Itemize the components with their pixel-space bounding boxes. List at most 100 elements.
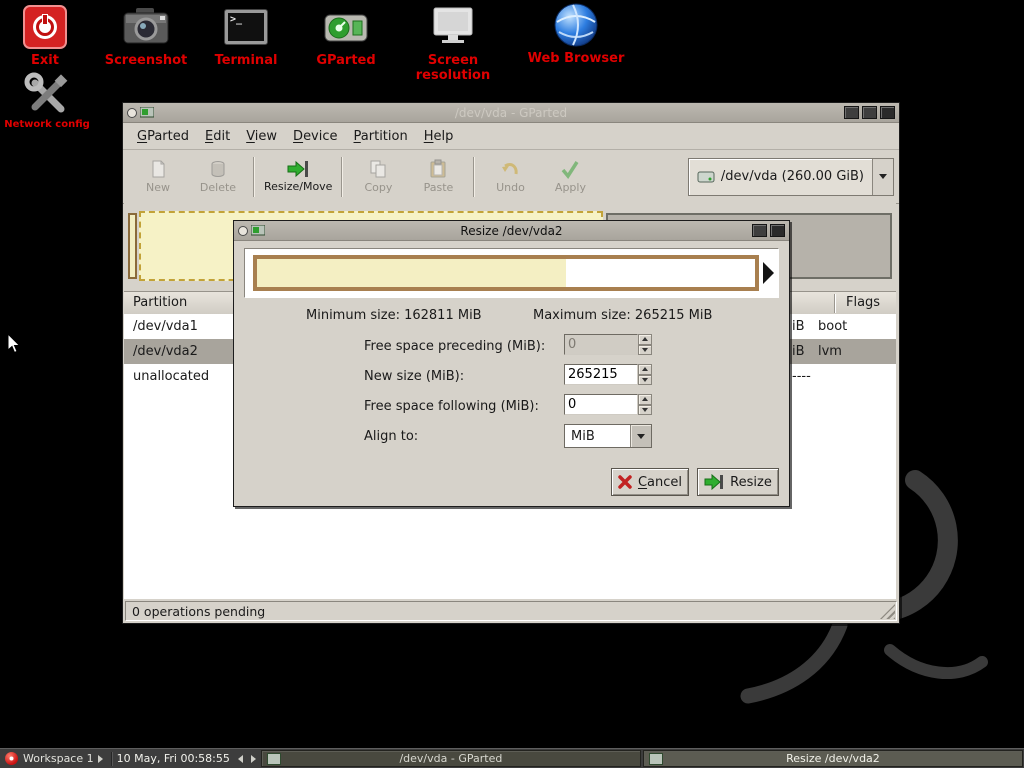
toolbar-label: Resize/Move [264,180,332,193]
desktop-icon-label: Network config [4,119,90,130]
resize-move-button[interactable]: Resize/Move [260,153,336,201]
close-button[interactable] [770,224,785,237]
disk-icon [697,170,715,184]
resize-grip[interactable] [880,604,895,619]
desktop-icon-label: Screen resolution [391,53,515,83]
delete-icon [208,159,228,179]
following-spinner[interactable] [638,394,652,415]
size-fragment: ---- [792,369,811,384]
task-button-gparted[interactable]: /dev/vda - GParted [261,750,641,767]
visual-partition-vda1[interactable] [128,213,137,279]
close-button[interactable] [880,106,895,119]
workspace-label[interactable]: Workspace 1 [23,752,94,765]
device-dropdown-button[interactable] [872,159,893,195]
window-icon [649,753,663,765]
menu-help[interactable]: Help [416,126,462,147]
free-space-preceding-input[interactable] [564,334,638,355]
spin-down-icon[interactable] [638,405,652,416]
status-text: 0 operations pending [132,604,265,619]
dropdown-arrow-button[interactable] [630,425,651,447]
maximum-size-label: Maximum size: 265215 MiB [533,308,712,323]
column-header-flags[interactable]: Flags [846,295,880,310]
taskbar-scroll-left-icon[interactable] [238,755,243,763]
status-bar: 0 operations pending [125,601,897,621]
chevron-down-icon [879,174,887,179]
desktop-icon-label: Web Browser [528,51,625,66]
desktop-icon-screenshot[interactable]: Screenshot [96,4,196,68]
spin-up-icon[interactable] [638,364,652,375]
task-button-resize-dialog[interactable]: Resize /dev/vda2 [643,750,1023,767]
window-menu-icon[interactable] [238,226,248,236]
dialog-titlebar[interactable]: Resize /dev/vda2 [234,221,789,241]
device-selector[interactable]: /dev/vda (260.00 GiB) [688,158,894,196]
partition-name: /dev/vda2 [124,344,198,359]
partition-name: /dev/vda1 [124,319,198,334]
free-space-following-input[interactable] [564,394,638,415]
chevron-down-icon [637,434,645,439]
terminal-icon: >_ [224,4,268,50]
menu-view[interactable]: View [238,126,285,147]
spin-up-icon[interactable] [638,334,652,345]
clock: 10 May, Fri 00:58:55 [117,752,230,765]
desktop-icon-gparted[interactable]: GParted [296,4,396,68]
apply-check-icon [560,159,580,179]
task-list: /dev/vda - GParted Resize /dev/vda2 [260,749,1024,768]
new-size-spinner[interactable] [638,364,652,385]
preceding-spinner[interactable] [638,334,652,355]
new-button[interactable]: New [128,153,188,201]
resize-handle-right-icon[interactable] [763,262,774,284]
menu-gparted[interactable]: GParted [129,126,197,147]
toolbar-separator [253,157,255,197]
desktop-icon-label: Exit [31,53,59,68]
menu-partition[interactable]: Partition [346,126,416,147]
new-document-icon [148,159,168,179]
toolbar-label: New [146,181,170,194]
new-size-input[interactable] [564,364,638,385]
paste-button[interactable]: Paste [408,153,468,201]
taskbar-menu-icon[interactable] [5,752,18,765]
resize-move-icon [287,160,309,178]
taskbar: Workspace 1 10 May, Fri 00:58:55 /dev/vd… [0,748,1024,768]
menu-device[interactable]: Device [285,126,345,147]
column-header-partition[interactable]: Partition [133,295,187,310]
desktop-icon-screen-resolution[interactable]: Screen resolution [391,4,515,83]
toolbar-label: Paste [424,181,454,194]
align-to-label: Align to: [364,429,418,444]
spin-up-icon[interactable] [638,394,652,405]
desktop-icon-terminal[interactable]: >_ Terminal [196,4,296,68]
used-space-area [257,259,566,287]
dialog-title: Resize /dev/vda2 [234,224,789,238]
camera-icon [122,4,170,50]
resize-partition-bar[interactable] [253,255,759,291]
align-to-dropdown[interactable]: MiB [564,424,652,448]
maximize-button[interactable] [862,106,877,119]
gparted-titlebar[interactable]: /dev/vda - GParted [123,103,899,123]
desktop-icon-network-config[interactable]: Network config [0,70,97,130]
desktop-icon-exit[interactable]: Exit [0,4,95,68]
desktop-icon-label: GParted [316,53,375,68]
copy-button[interactable]: Copy [348,153,408,201]
desktop-icon-web-browser[interactable]: Web Browser [516,2,636,66]
spin-down-icon[interactable] [638,345,652,356]
resize-button[interactable]: Resize [697,468,779,496]
minimize-button[interactable] [844,106,859,119]
task-label: Resize /dev/vda2 [644,752,1022,765]
toolbar-separator [341,157,343,197]
toolbar-label: Copy [365,181,393,194]
apply-button[interactable]: Apply [540,153,600,201]
menu-edit[interactable]: Edit [197,126,238,147]
cancel-button[interactable]: Cancel [611,468,689,496]
undo-button[interactable]: Undo [480,153,540,201]
taskbar-divider [111,752,113,766]
spin-down-icon[interactable] [638,375,652,386]
cancel-label: Cancel [638,475,682,490]
workspace-next-icon[interactable] [98,755,103,763]
toolbar: New Delete Resize/Move [123,150,899,204]
column-divider[interactable] [834,294,836,313]
delete-button[interactable]: Delete [188,153,248,201]
taskbar-scroll-right-icon[interactable] [251,755,256,763]
maximize-button[interactable] [752,224,767,237]
resize-slider[interactable] [244,248,779,298]
window-menu-icon[interactable] [127,108,137,118]
flags-value: lvm [818,344,842,359]
